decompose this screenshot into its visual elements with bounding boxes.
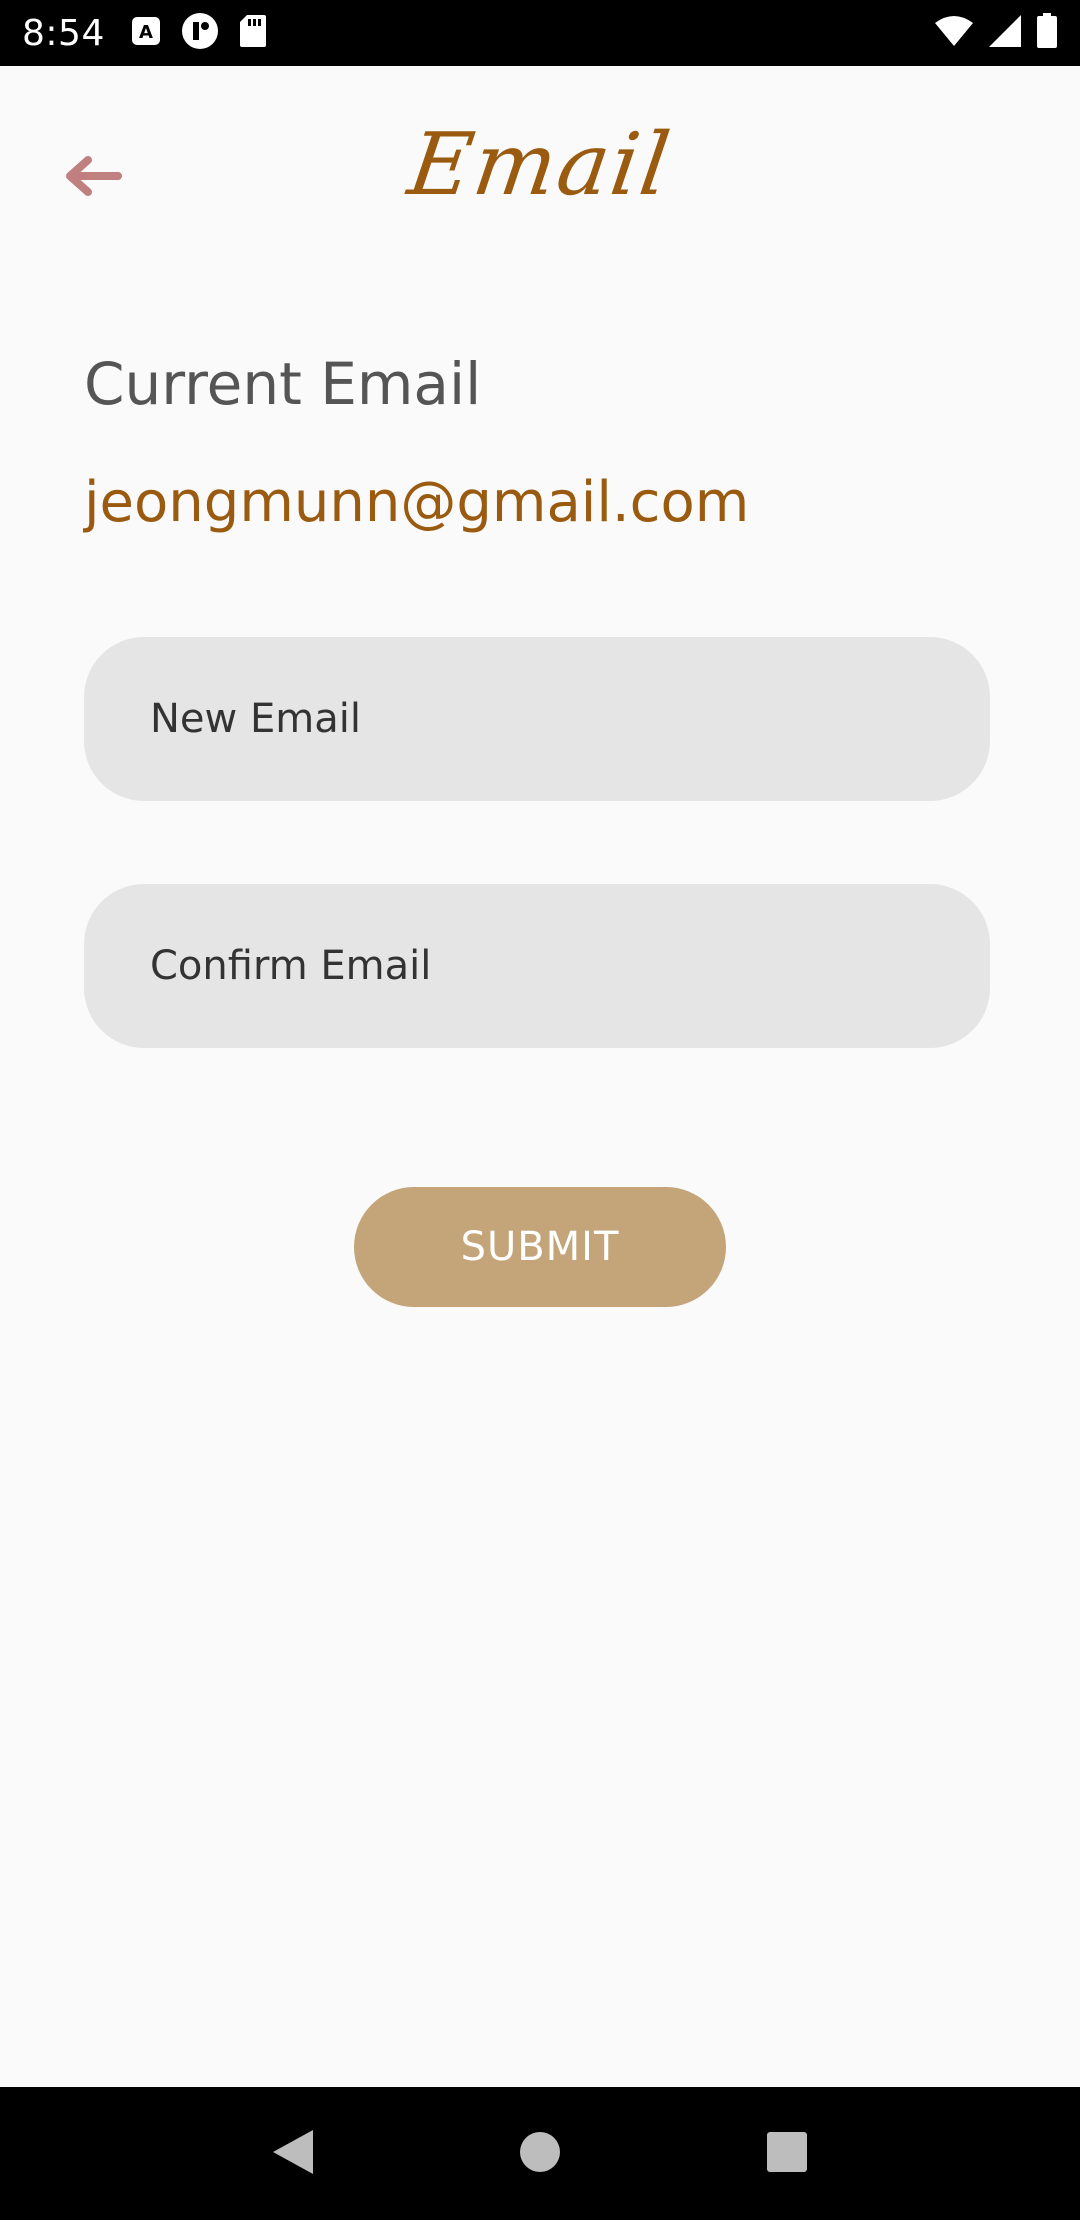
nav-recents-button[interactable] [755,2122,819,2186]
home-circle-icon [519,2131,561,2177]
page-title: Email [402,115,678,215]
status-time: 8:54 [22,12,105,54]
cellular-signal-icon [988,14,1022,52]
email-settings-screen: 8:54 A Email Current Email jeongmunn@gma… [0,0,1080,2220]
app-notification-icon [181,12,219,54]
submit-button[interactable]: SUBMIT [354,1187,726,1307]
a-keyboard-icon: A [131,16,161,50]
sd-card-icon [239,14,267,52]
battery-icon [1036,13,1058,53]
current-email-label: Current Email [84,350,482,418]
nav-back-button[interactable] [261,2122,325,2186]
status-icons-left: A [131,12,267,54]
svg-text:A: A [139,22,153,43]
wifi-icon [934,15,974,51]
nav-home-button[interactable] [508,2122,572,2186]
status-bar: 8:54 A [0,0,1080,66]
status-right [934,13,1058,53]
recents-square-icon [766,2131,808,2177]
back-triangle-icon [271,2128,315,2180]
system-nav-bar [0,2087,1080,2220]
status-left: 8:54 A [22,12,267,54]
confirm-email-input[interactable] [84,884,990,1048]
new-email-input[interactable] [84,637,990,801]
current-email-value: jeongmunn@gmail.com [84,470,750,535]
